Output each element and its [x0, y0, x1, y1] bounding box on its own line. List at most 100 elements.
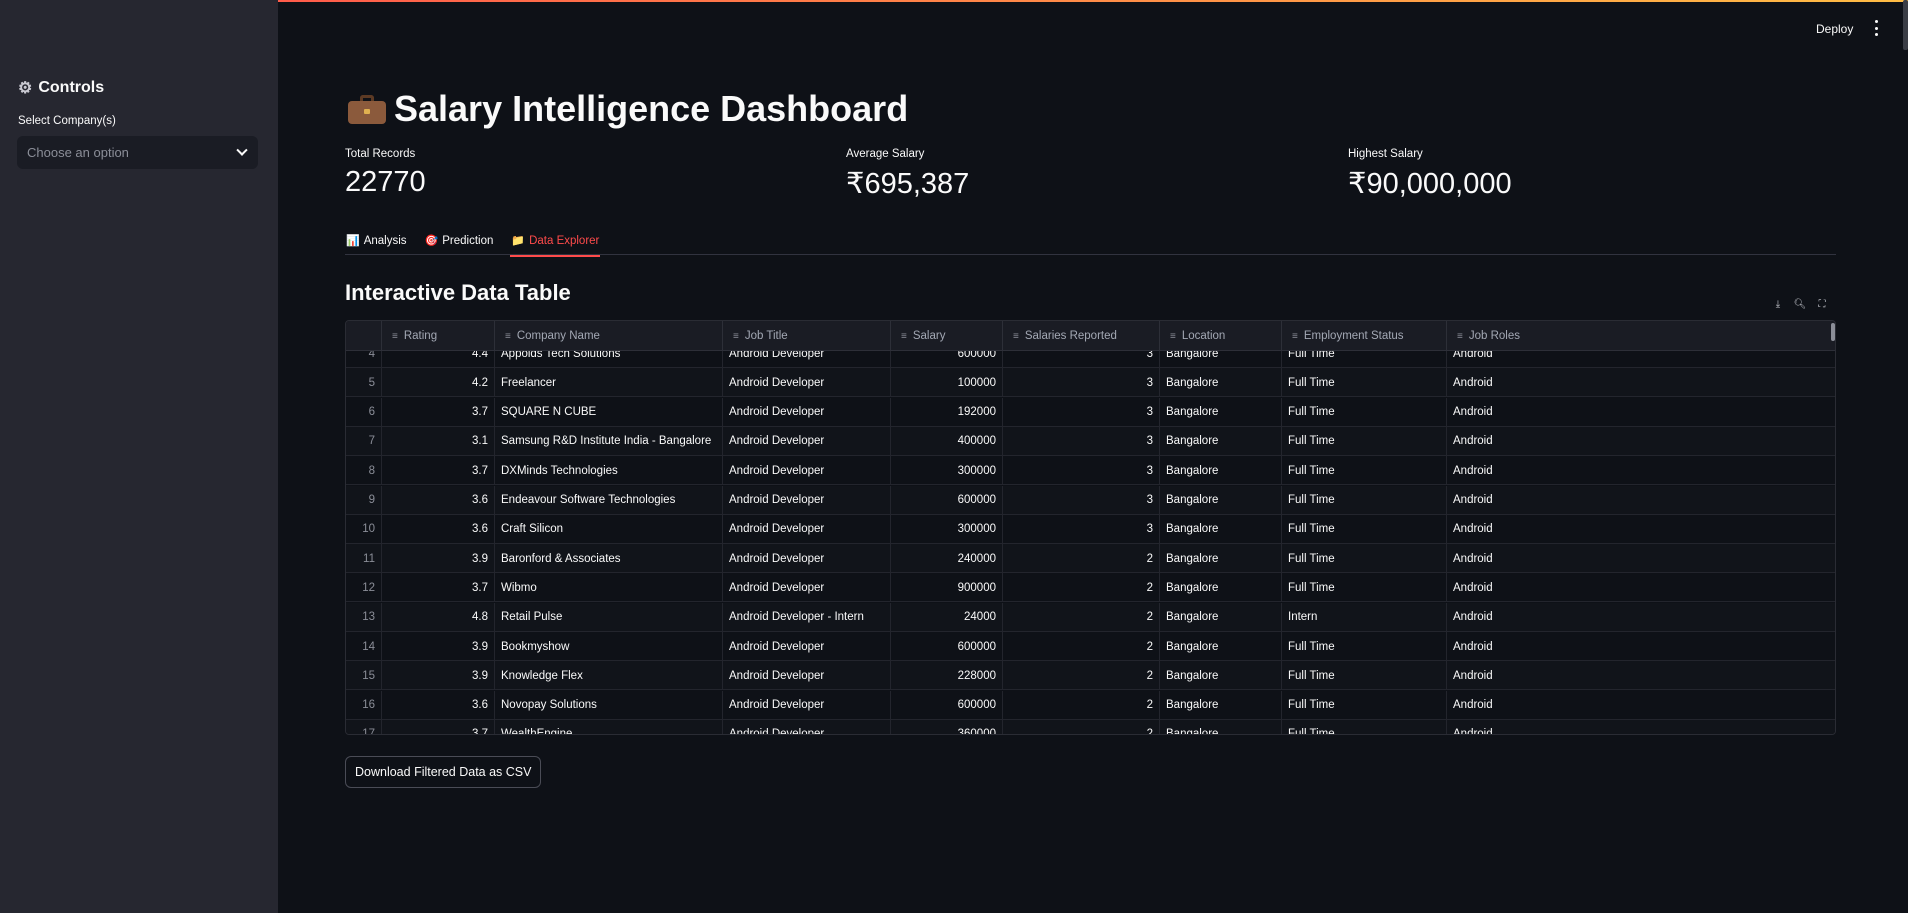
search-icon[interactable]: 🔍︎	[1793, 297, 1807, 311]
row-index: 12	[346, 573, 382, 603]
table-cell: Full Time	[1282, 426, 1447, 456]
table-cell: 900000	[891, 573, 1003, 603]
table-row[interactable]: 16 3.6 Novopay Solutions Android Developer 6…	[346, 690, 1835, 720]
column-header[interactable]: ≡ Company Name	[495, 321, 723, 351]
column-header[interactable]: ≡ Salary	[891, 321, 1003, 351]
column-type-icon: ≡	[392, 330, 398, 342]
table-cell: Android	[1447, 427, 1835, 456]
table-row[interactable]: 14 3.9 Bookmyshow Android Developer 600000 2 B…	[346, 632, 1835, 661]
fullscreen-icon[interactable]: ⛶	[1815, 297, 1829, 311]
table-cell: Android	[1447, 544, 1835, 573]
table-scrollbar[interactable]	[1831, 323, 1835, 341]
table-cell: 240000	[891, 544, 1003, 574]
table-row[interactable]: 4 4.4 Appoids Tech Solutions Android Develo…	[346, 351, 1835, 368]
column-header[interactable]: ≡ Location	[1160, 321, 1282, 351]
company-select-placeholder: Choose an option	[27, 145, 129, 160]
table-cell: 3	[1003, 456, 1160, 486]
table-header: ≡ Rating ≡ Company Name ≡ Job Title ≡ Salary ≡ Sa…	[346, 321, 1835, 351]
table-body[interactable]: 4 4.4 Appoids Tech Solutions Android Develo…	[346, 351, 1835, 734]
table-cell: Freelancer	[495, 368, 723, 398]
main-menu-icon[interactable]	[1869, 20, 1883, 36]
section-title: Interactive Data Table	[345, 280, 571, 305]
metric-label: Highest Salary	[1348, 148, 1423, 160]
row-index: 11	[346, 544, 382, 574]
column-type-icon: ≡	[1170, 330, 1176, 342]
row-index: 9	[346, 485, 382, 515]
column-type-icon: ≡	[901, 330, 907, 342]
column-type-icon: ≡	[1013, 330, 1019, 342]
download-csv-button[interactable]: Download Filtered Data as CSV	[345, 756, 542, 788]
table-row[interactable]: 7 3.1 Samsung R&D Institute India - Bangal…	[346, 426, 1835, 456]
tab-label: Analysis	[363, 234, 407, 247]
page-scrollbar[interactable]	[1903, 0, 1908, 50]
table-cell: 3	[1003, 485, 1160, 515]
table-cell: 3.9	[382, 544, 495, 574]
row-index: 4	[346, 351, 382, 368]
table-cell: Bangalore	[1160, 602, 1282, 632]
column-header-label: Rating	[403, 330, 438, 342]
company-select-label: Select Company(s)	[18, 115, 116, 127]
table-row[interactable]: 8 3.7 DXMinds Technologies Android Develope…	[346, 456, 1835, 486]
sidebar-title: ⚙ Controls	[18, 78, 104, 98]
metric-average-salary: Average Salary ₹695,387	[846, 148, 969, 201]
table-cell: Full Time	[1282, 719, 1447, 734]
row-index: 8	[346, 456, 382, 486]
column-header[interactable]: ≡ Job Title	[723, 321, 891, 351]
table-cell: Android	[1447, 573, 1835, 602]
data-table[interactable]: ≡ Rating ≡ Company Name ≡ Job Title ≡ Salary ≡ Sa…	[345, 320, 1836, 735]
table-cell: Android	[1447, 515, 1835, 544]
table-cell: 2	[1003, 544, 1160, 574]
column-header[interactable]: ≡ Employment Status	[1282, 321, 1447, 351]
briefcase-icon	[348, 94, 386, 124]
row-index: 13	[346, 602, 382, 632]
table-cell: Bangalore	[1160, 573, 1282, 603]
table-cell: Android Developer	[723, 544, 891, 574]
tab-analysis[interactable]: 📊 Analysis	[345, 226, 408, 255]
metric-value: 22770	[345, 166, 426, 198]
table-cell: 3	[1003, 426, 1160, 456]
column-type-icon: ≡	[733, 330, 739, 342]
table-cell: Bangalore	[1160, 514, 1282, 544]
column-header-label: Salaries Reported	[1024, 330, 1117, 342]
table-cell: 600000	[891, 690, 1003, 720]
tab-prediction[interactable]: 🎯 Prediction	[424, 226, 495, 255]
table-row[interactable]: 11 3.9 Baronford & Associates Android Devel…	[346, 544, 1835, 574]
table-cell: Android Developer	[723, 573, 891, 603]
column-type-icon: ≡	[505, 330, 511, 342]
table-cell: 3	[1003, 368, 1160, 398]
tab-label: Data Explorer	[529, 234, 600, 247]
column-header-label: Employment Status	[1303, 330, 1404, 342]
table-row[interactable]: 6 3.7 SQUARE N CUBE Android Developer 192000…	[346, 397, 1835, 427]
column-header[interactable]: ≡ Salaries Reported	[1003, 321, 1160, 351]
table-cell: Full Time	[1282, 485, 1447, 515]
table-cell: 2	[1003, 690, 1160, 720]
table-cell: WealthEngine	[495, 719, 723, 734]
table-cell: 4.2	[382, 368, 495, 398]
metric-value: ₹695,387	[846, 168, 970, 200]
table-cell: 3.6	[382, 690, 495, 720]
table-row[interactable]: 13 4.8 Retail Pulse Android Developer - Int…	[346, 602, 1835, 632]
column-header[interactable]: ≡ Job Roles	[1447, 321, 1835, 351]
metric-label: Average Salary	[846, 148, 925, 160]
tab-data-explorer[interactable]: 📁 Data Explorer	[510, 226, 601, 257]
table-cell: 3	[1003, 514, 1160, 544]
table-cell: Full Time	[1282, 514, 1447, 544]
company-multiselect[interactable]: Choose an option	[17, 136, 258, 169]
column-header[interactable]: ≡ Rating	[382, 321, 495, 351]
table-row[interactable]: 10 3.6 Craft Silicon Android Developer 30000…	[346, 514, 1835, 544]
deploy-button[interactable]: Deploy	[1810, 18, 1859, 40]
table-cell: Android	[1447, 351, 1835, 368]
table-row[interactable]: 12 3.7 Wibmo Android Developer 900000 2 Bangal…	[346, 573, 1835, 603]
table-row[interactable]: 17 3.7 WealthEngine Android Developer 360000…	[346, 719, 1835, 734]
column-type-icon: ≡	[1457, 330, 1463, 342]
table-cell: Full Time	[1282, 351, 1447, 368]
table-cell: 2	[1003, 661, 1160, 691]
table-cell: Full Time	[1282, 368, 1447, 398]
table-row[interactable]: 9 3.6 Endeavour Software Technologies Andro…	[346, 485, 1835, 515]
download-icon[interactable]: ⤓	[1771, 297, 1785, 311]
table-row[interactable]: 15 3.9 Knowledge Flex Android Developer 2280…	[346, 661, 1835, 691]
table-cell: Samsung R&D Institute India - Bangalore	[495, 426, 723, 456]
table-row[interactable]: 5 4.2 Freelancer Android Developer 100000 3 Ba…	[346, 368, 1835, 398]
table-cell: 3.1	[382, 426, 495, 456]
table-cell: 100000	[891, 368, 1003, 398]
